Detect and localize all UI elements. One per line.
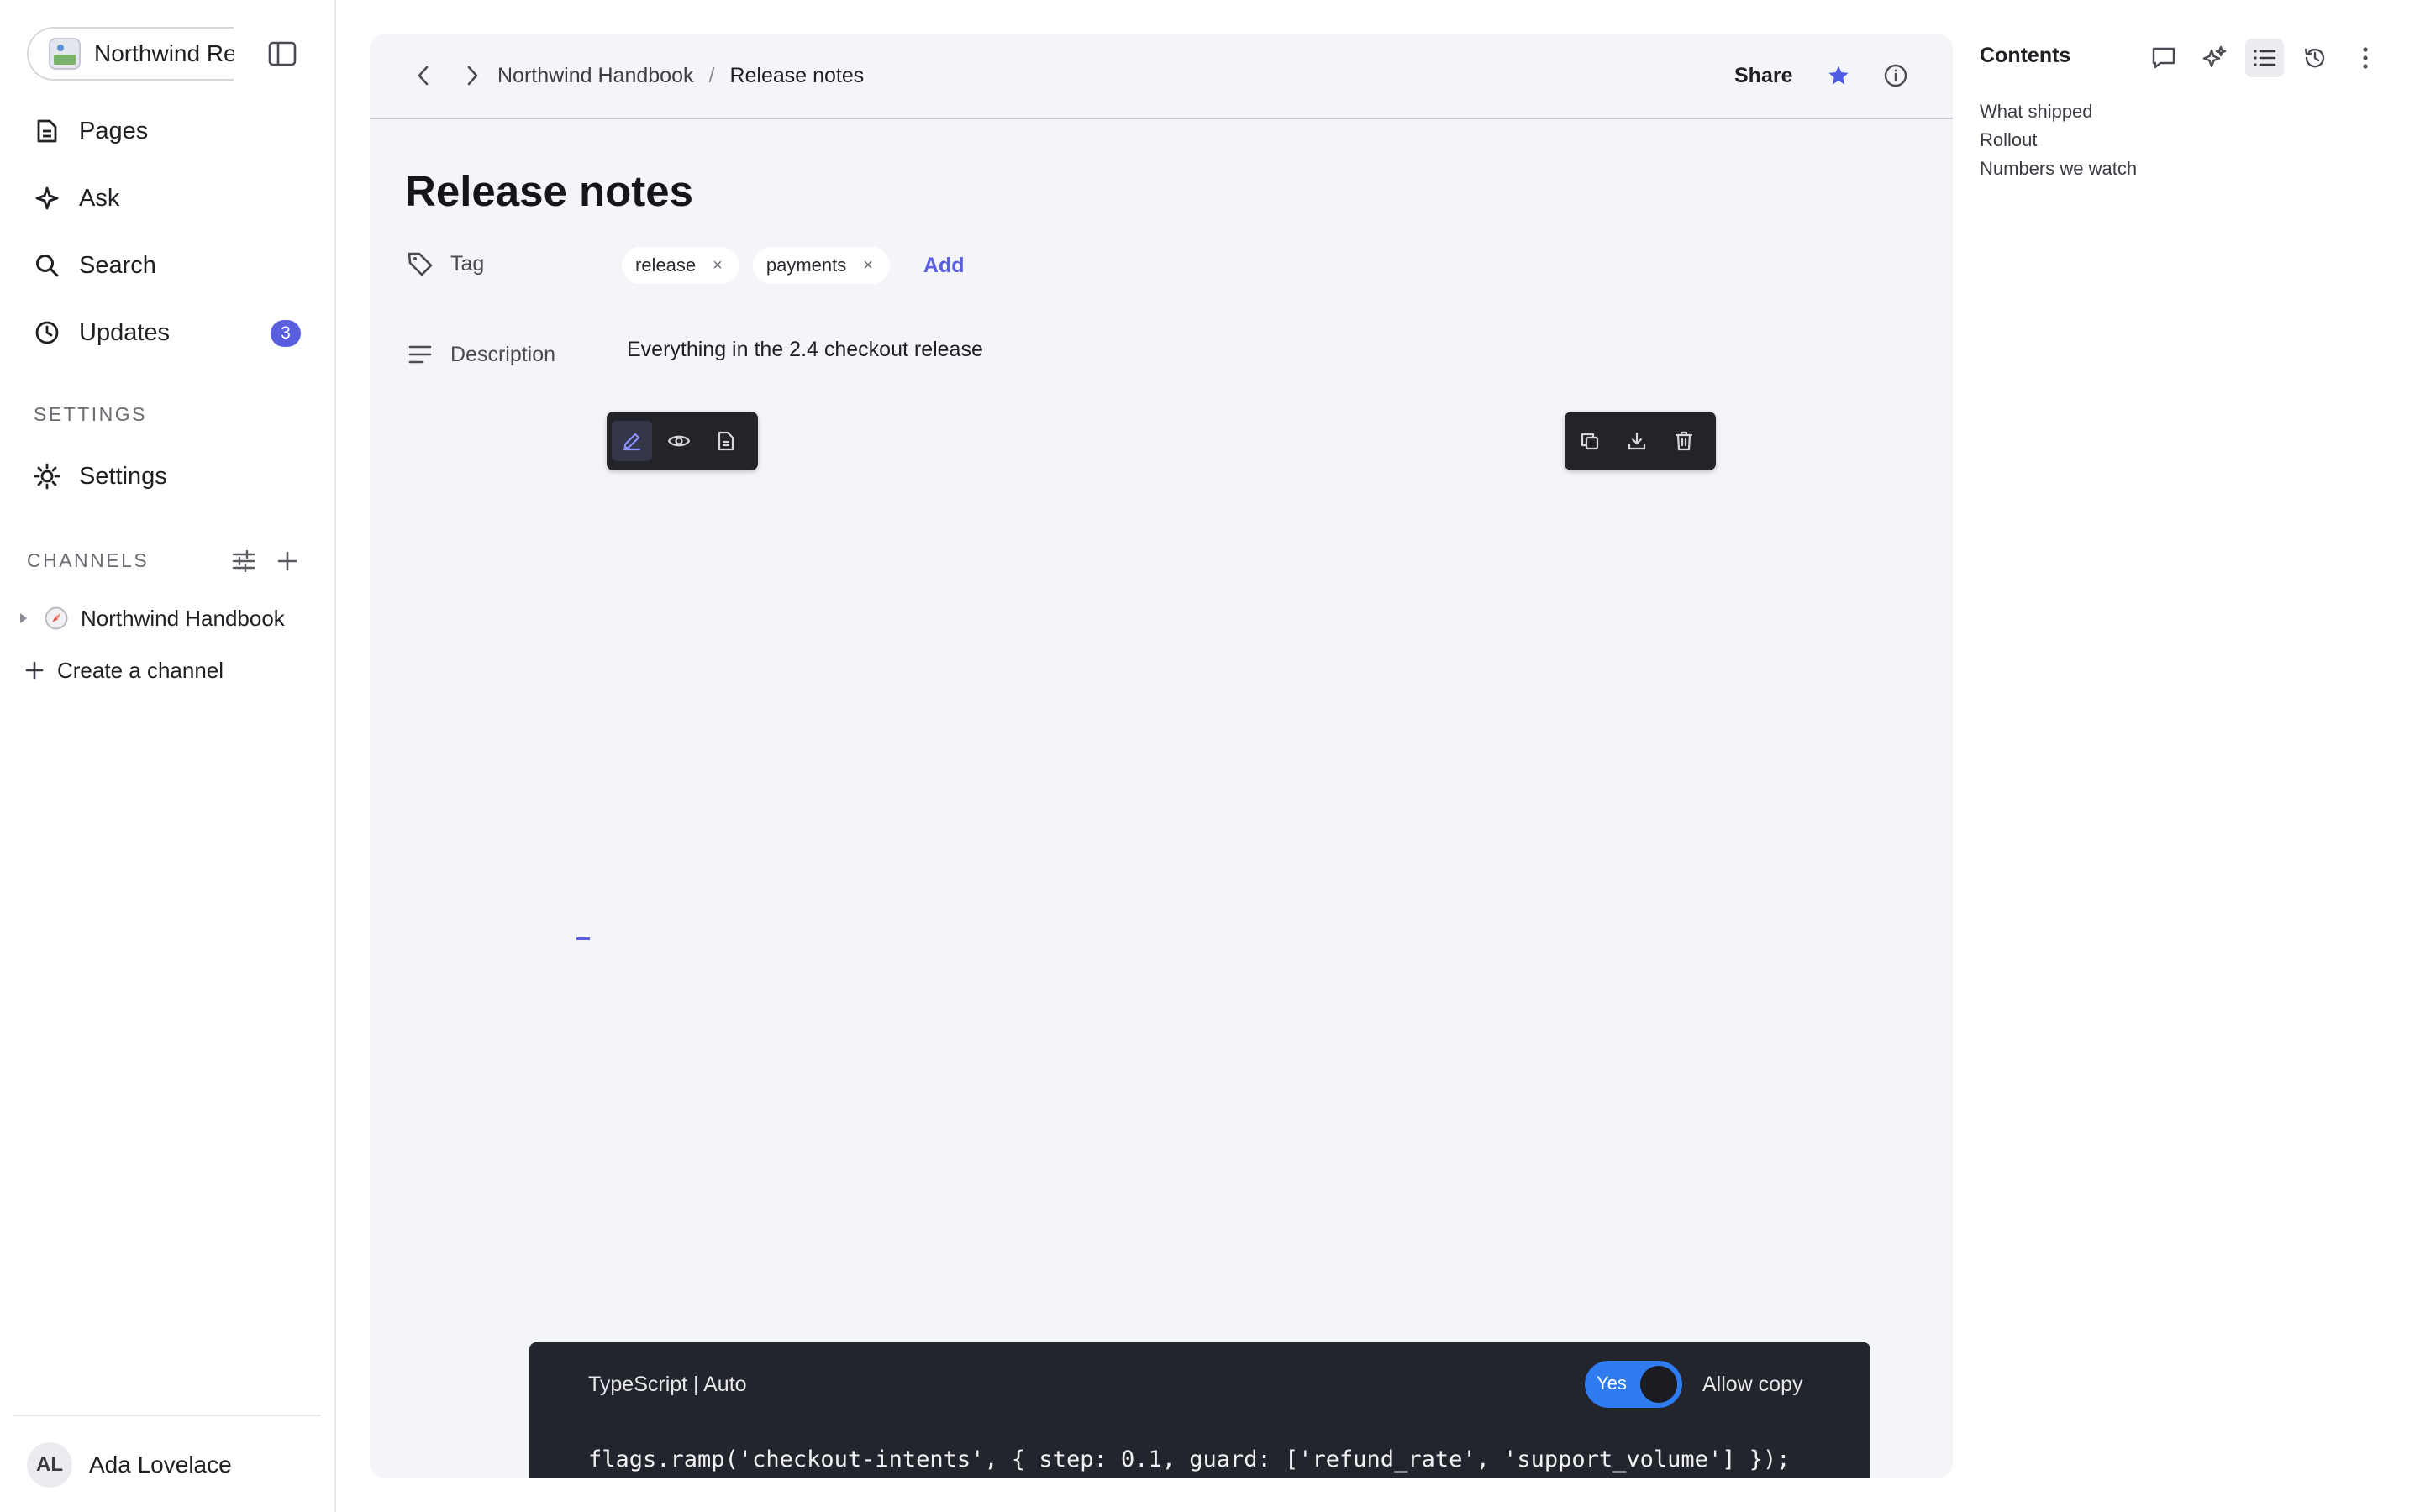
user-name: Ada Lovelace	[89, 1452, 232, 1478]
tag-icon	[405, 249, 435, 279]
text-lines-icon	[405, 339, 435, 370]
page-icon	[30, 114, 64, 148]
toc-item[interactable]: What shipped	[1980, 101, 2093, 123]
allow-copy-label: Allow copy	[1702, 1373, 1803, 1396]
list-icon[interactable]	[2245, 39, 2284, 77]
workspace-name: Northwind Re	[94, 40, 234, 66]
tag-label: Tag	[450, 251, 485, 276]
nav-item-ask[interactable]: Ask	[22, 171, 316, 225]
description-value[interactable]: Everything in the 2.4 checkout release	[627, 338, 983, 362]
description-label: Description	[450, 342, 556, 366]
tag-remove-icon[interactable]: ×	[713, 256, 723, 276]
copy-icon[interactable]	[1570, 421, 1610, 461]
tag-chip-label: release	[635, 255, 697, 276]
trash-icon[interactable]	[1664, 421, 1704, 461]
document-icon[interactable]	[706, 421, 746, 461]
editor-mode-toolbar	[607, 412, 758, 470]
plus-icon[interactable]	[271, 544, 304, 578]
sun-icon	[30, 459, 64, 493]
toggle-state-text: Yes	[1597, 1373, 1627, 1394]
edit-icon[interactable]	[612, 421, 652, 461]
create-channel-button[interactable]: Create a channel	[25, 647, 224, 694]
comment-icon[interactable]	[2144, 39, 2183, 77]
document-top-bar: Northwind Handbook / Release notes Share	[370, 34, 1953, 119]
code-line[interactable]: flags.ramp('checkout-intents', { step: 0…	[588, 1446, 1790, 1473]
channel-item-northwind-handbook[interactable]: Northwind Handbook	[15, 595, 318, 642]
allow-copy-toggle[interactable]: Yes	[1585, 1361, 1682, 1408]
channel-item-label: Northwind Handbook	[81, 605, 285, 631]
toc-item[interactable]: Numbers we watch	[1980, 158, 2137, 180]
nav-item-label: Ask	[79, 184, 120, 212]
add-tag-button[interactable]: Add	[923, 254, 965, 278]
toggle-knob	[1640, 1366, 1677, 1403]
nav-item-label: Updates	[79, 318, 171, 346]
tag-chip[interactable]: release ×	[622, 247, 739, 284]
star-icon[interactable]	[1820, 57, 1857, 94]
document-panel: Northwind Handbook / Release notes Share…	[370, 34, 1953, 1478]
code-language-select[interactable]: TypeScript | Auto	[588, 1373, 747, 1397]
workspace-switcher[interactable]: Northwind Re	[27, 27, 234, 81]
breadcrumb-separator: /	[708, 63, 715, 87]
nav-item-label: Pages	[79, 117, 149, 144]
settings-section-label: SETTINGS	[34, 403, 148, 425]
page-title[interactable]: Release notes	[405, 166, 693, 216]
sliders-icon[interactable]	[227, 544, 260, 578]
sidebar-divider	[13, 1415, 321, 1416]
code-block: TypeScript | Auto Yes Allow copy flags.r…	[529, 1342, 1870, 1478]
share-button[interactable]: Share	[1734, 59, 1792, 92]
updates-count-badge: 3	[271, 320, 301, 347]
nav-item-label: Settings	[79, 462, 167, 490]
sparkles-icon[interactable]	[2195, 39, 2233, 77]
preview-icon[interactable]	[659, 421, 699, 461]
description-property-row: Description	[405, 333, 555, 376]
sidebar: Northwind Re Pages Ask Search Updates 3 …	[0, 0, 336, 1512]
contents-panel: Contents What shipped Rollout Numbers we…	[1966, 0, 2420, 1512]
avatar: AL	[27, 1442, 72, 1488]
create-channel-label: Create a channel	[57, 657, 224, 683]
compass-icon	[44, 606, 69, 631]
nav-item-search[interactable]: Search	[22, 239, 316, 292]
tag-chip[interactable]: payments ×	[752, 247, 890, 284]
back-arrow-icon[interactable]	[407, 59, 440, 92]
tag-property-row: Tag	[405, 242, 484, 286]
sidebar-toggle-icon[interactable]	[266, 37, 299, 71]
plus-icon	[25, 661, 44, 680]
toc-item[interactable]: Rollout	[1980, 129, 2037, 151]
tag-list: release × payments × Add	[622, 247, 965, 284]
search-icon	[30, 249, 64, 282]
tag-remove-icon[interactable]: ×	[863, 256, 873, 276]
breadcrumb-link[interactable]: Northwind Handbook	[497, 64, 693, 88]
sparkle-icon	[30, 181, 64, 215]
nav-item-settings[interactable]: Settings	[22, 449, 316, 503]
contents-title: Contents	[1980, 44, 2071, 67]
nav-item-label: Search	[79, 251, 156, 279]
channels-section-label: CHANNELS	[27, 549, 150, 571]
info-icon[interactable]	[1879, 59, 1912, 92]
text-cursor	[576, 937, 590, 940]
more-vertical-icon[interactable]	[2346, 39, 2385, 77]
nav-item-pages[interactable]: Pages	[22, 104, 316, 158]
breadcrumb: Northwind Handbook / Release notes	[497, 59, 864, 92]
nav-item-updates[interactable]: Updates 3	[22, 306, 316, 360]
clock-icon	[30, 316, 64, 349]
download-icon[interactable]	[1617, 421, 1657, 461]
user-profile[interactable]: AL Ada Lovelace	[27, 1441, 232, 1488]
tag-chip-label: payments	[765, 255, 847, 276]
forward-arrow-icon[interactable]	[455, 59, 489, 92]
breadcrumb-current: Release notes	[729, 63, 865, 87]
file-actions-toolbar	[1565, 412, 1716, 470]
history-icon[interactable]	[2296, 39, 2334, 77]
workspace-logo-icon	[49, 38, 81, 70]
expand-caret-icon[interactable]	[15, 610, 32, 627]
